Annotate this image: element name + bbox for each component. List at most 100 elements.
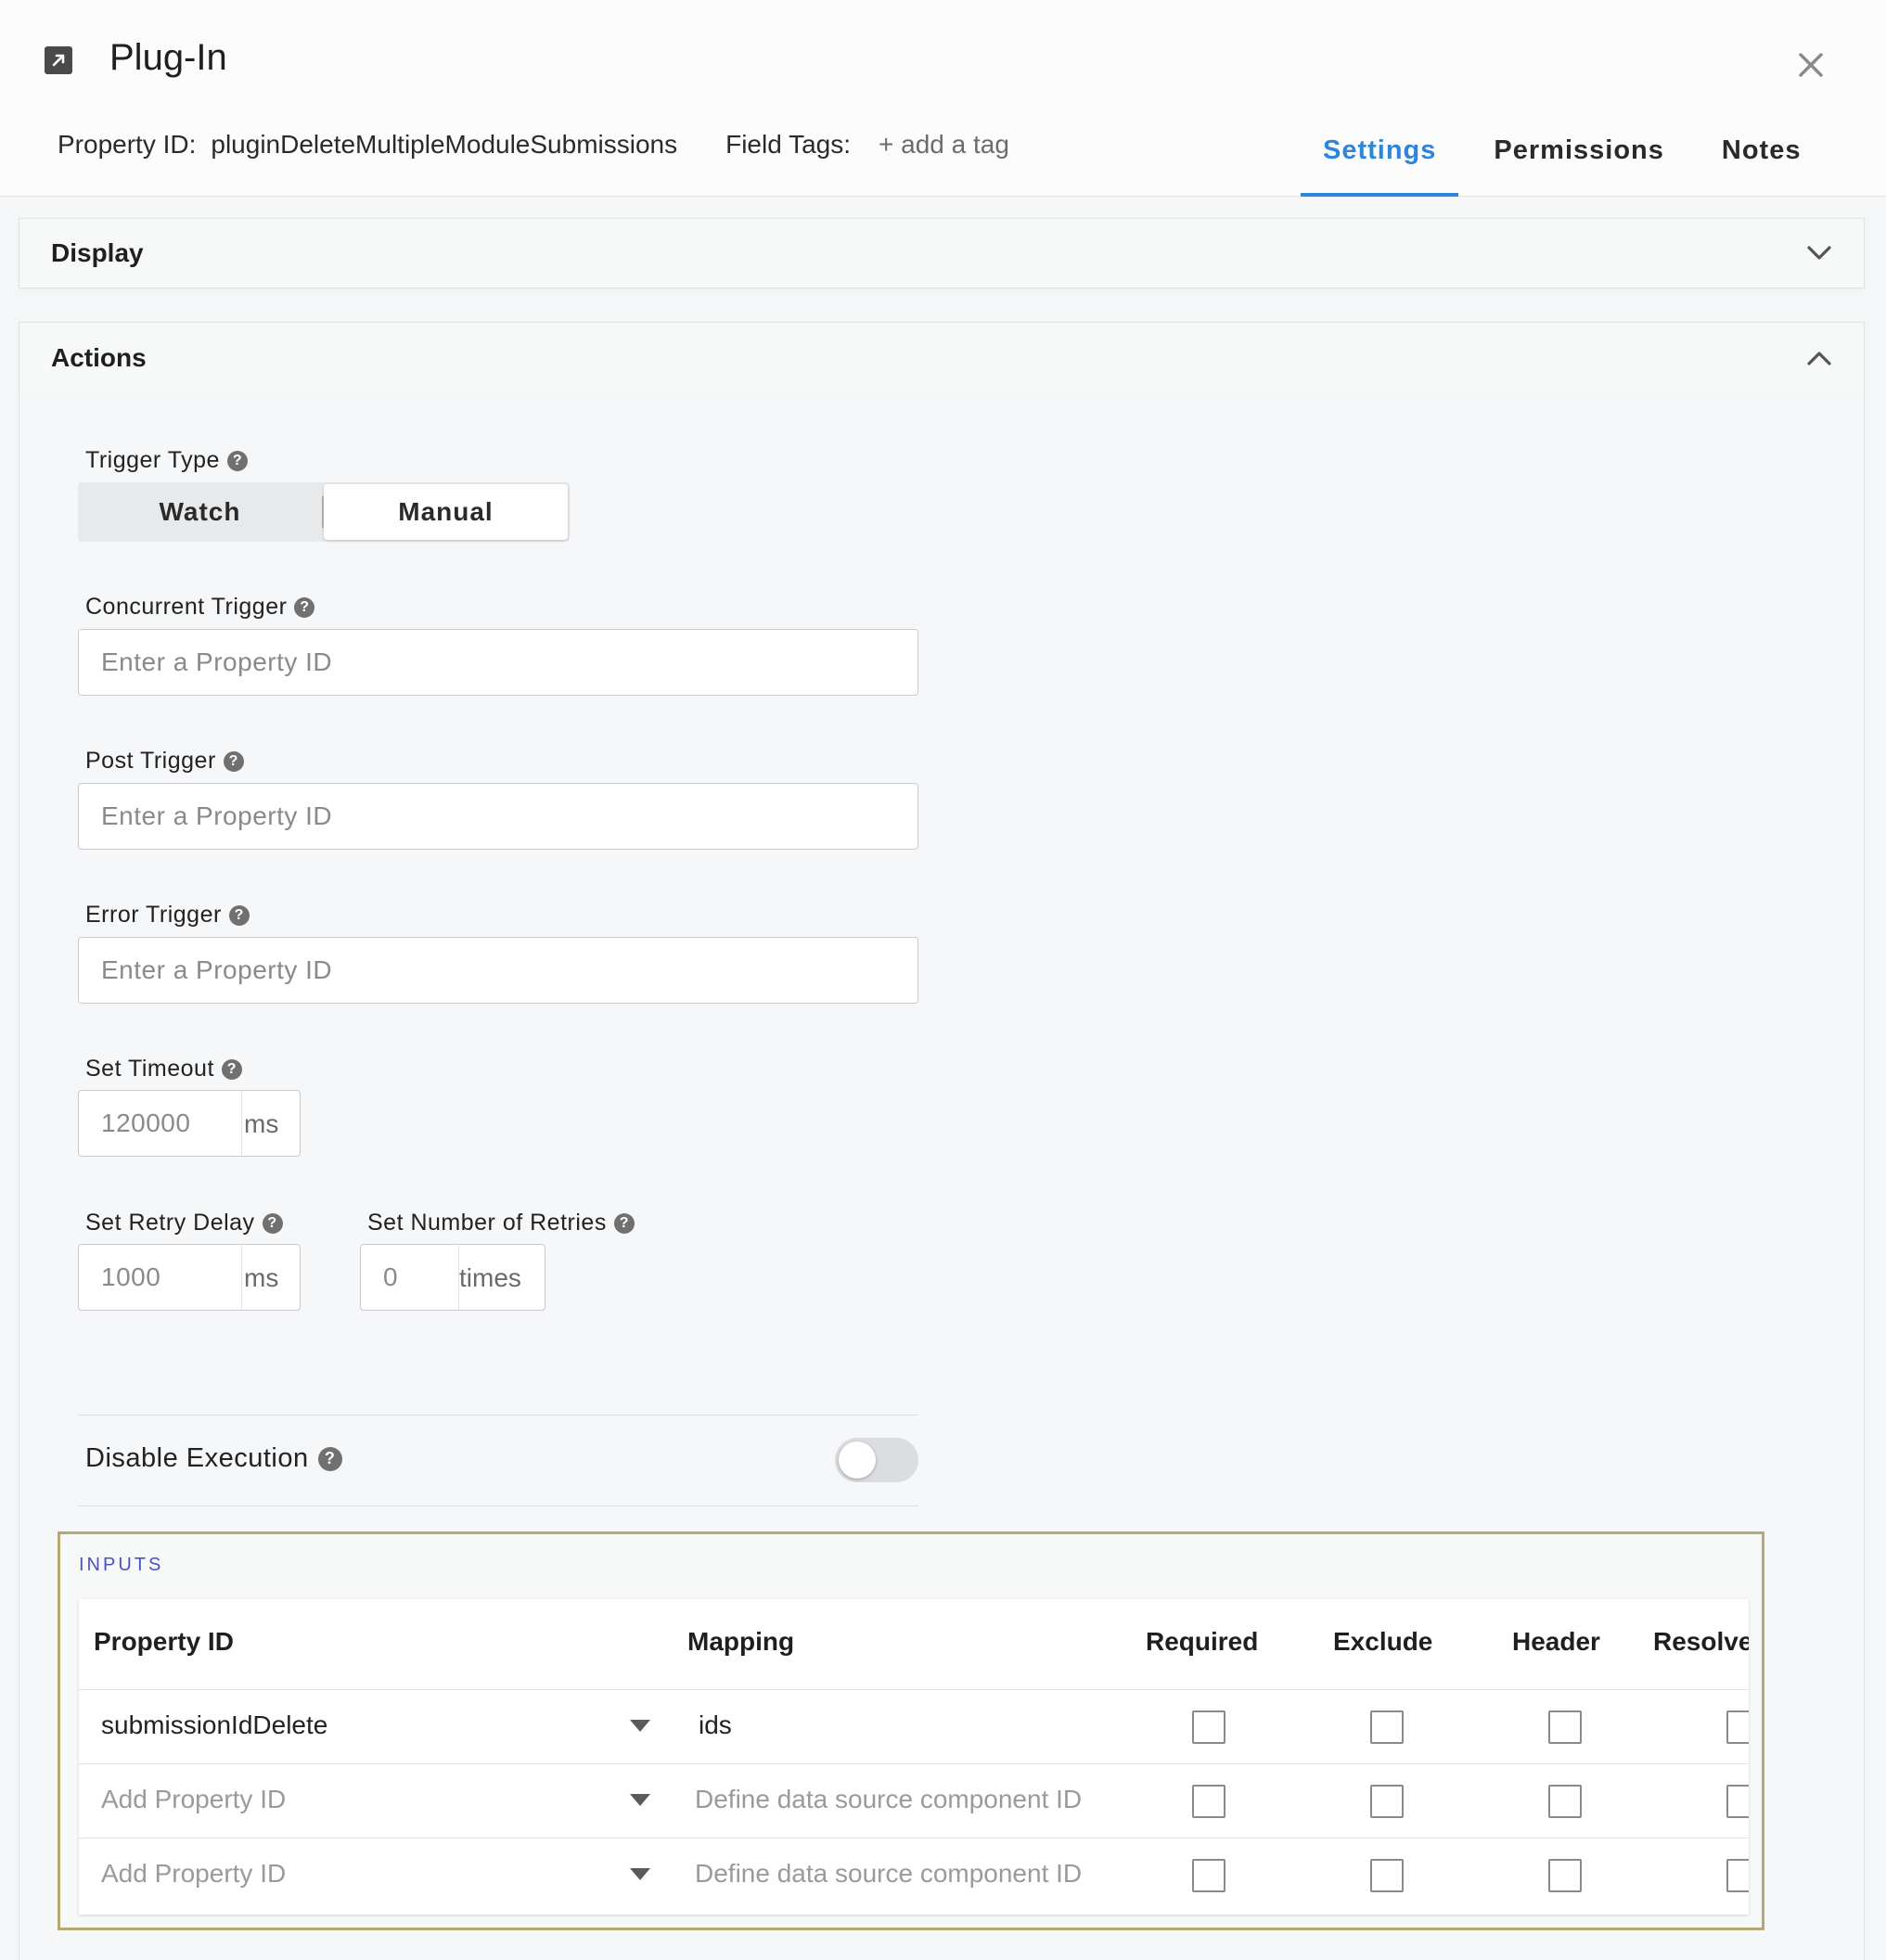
column-header-property-id: Property ID	[94, 1627, 234, 1656]
set-timeout-label-text: Set Timeout	[85, 1056, 214, 1082]
set-number-of-retries-label: Set Number of Retries ?	[367, 1210, 635, 1236]
add-tag-link[interactable]: + add a tag	[879, 130, 1009, 160]
exclude-checkbox[interactable]	[1370, 1710, 1404, 1744]
chevron-down-icon	[1807, 246, 1831, 260]
help-icon[interactable]: ?	[317, 1446, 342, 1471]
inputs-panel: INPUTS Property ID Mapping Required Excl…	[58, 1531, 1764, 1930]
tab-settings[interactable]: Settings	[1301, 122, 1459, 197]
caret-down-icon[interactable]	[630, 1868, 650, 1880]
resolve-checkbox[interactable]	[1726, 1785, 1749, 1818]
concurrent-trigger-label: Concurrent Trigger ?	[85, 594, 315, 621]
set-retry-delay-unit: ms	[244, 1263, 279, 1292]
disable-execution-toggle[interactable]	[835, 1438, 918, 1482]
concurrent-trigger-input[interactable]	[78, 629, 918, 696]
unit-separator	[241, 1245, 242, 1310]
actions-section-title: Actions	[51, 343, 147, 372]
caret-down-icon[interactable]	[630, 1720, 650, 1732]
disable-execution-label: Disable Execution ?	[85, 1443, 342, 1474]
help-icon[interactable]: ?	[294, 596, 315, 618]
post-trigger-label-text: Post Trigger	[85, 748, 216, 774]
column-header-required: Required	[1146, 1627, 1259, 1656]
set-number-of-retries-label-text: Set Number of Retries	[367, 1210, 607, 1236]
tab-bar: Settings Permissions Notes	[1301, 122, 1823, 197]
table-row: submissionIdDelete ids	[79, 1690, 1749, 1764]
help-icon[interactable]: ?	[223, 750, 244, 772]
trigger-type-watch[interactable]: Watch	[78, 484, 322, 540]
trigger-type-label-text: Trigger Type	[85, 447, 220, 473]
table-row: Add Property ID Define data source compo…	[79, 1764, 1749, 1838]
display-section-title: Display	[51, 238, 144, 267]
chevron-up-icon	[1807, 352, 1831, 365]
exclude-checkbox[interactable]	[1370, 1785, 1404, 1818]
row-mapping[interactable]: Define data source component ID	[695, 1859, 1082, 1889]
help-icon[interactable]: ?	[613, 1212, 635, 1234]
actions-section-header[interactable]: Actions	[19, 322, 1865, 394]
set-timeout-input[interactable]: 120000 ms	[78, 1090, 301, 1157]
modal-title: Plug-In	[109, 37, 227, 78]
help-icon[interactable]: ?	[262, 1212, 283, 1234]
column-header-mapping: Mapping	[687, 1627, 795, 1656]
set-timeout-unit: ms	[244, 1109, 279, 1138]
help-icon[interactable]: ?	[226, 450, 248, 471]
set-timeout-value: 120000	[101, 1108, 191, 1137]
divider	[78, 1415, 918, 1416]
set-retry-delay-value: 1000	[101, 1262, 161, 1291]
column-header-exclude: Exclude	[1333, 1627, 1433, 1656]
required-checkbox[interactable]	[1192, 1710, 1225, 1744]
required-checkbox[interactable]	[1192, 1785, 1225, 1818]
set-retry-delay-input[interactable]: 1000 ms	[78, 1244, 301, 1311]
property-id-label: Property ID:	[58, 130, 197, 159]
inputs-table: Property ID Mapping Required Exclude Hea…	[79, 1599, 1749, 1915]
set-retry-delay-label-text: Set Retry Delay	[85, 1210, 255, 1236]
trigger-type-toggle: Watch Manual	[78, 482, 570, 542]
exclude-checkbox[interactable]	[1370, 1859, 1404, 1892]
trigger-type-label: Trigger Type ?	[85, 447, 248, 474]
toggle-knob	[839, 1441, 876, 1479]
modal-header: Plug-In Property ID: pluginDeleteMultipl…	[0, 0, 1886, 197]
plugin-modal: Plug-In Property ID: pluginDeleteMultipl…	[0, 0, 1886, 1960]
row-mapping[interactable]: Define data source component ID	[695, 1785, 1082, 1814]
disable-execution-label-text: Disable Execution	[85, 1443, 309, 1473]
tab-permissions[interactable]: Permissions	[1471, 122, 1686, 197]
error-trigger-input[interactable]	[78, 937, 918, 1004]
property-id-value: pluginDeleteMultipleModuleSubmissions	[211, 130, 678, 159]
table-row: Add Property ID Define data source compo…	[79, 1838, 1749, 1913]
error-trigger-label: Error Trigger ?	[85, 902, 250, 929]
set-number-of-retries-input[interactable]: 0 times	[360, 1244, 545, 1311]
tab-notes[interactable]: Notes	[1700, 122, 1824, 197]
row-mapping[interactable]: ids	[699, 1710, 732, 1740]
concurrent-trigger-label-text: Concurrent Trigger	[85, 594, 288, 620]
display-section-header[interactable]: Display	[19, 218, 1865, 288]
trigger-type-manual[interactable]: Manual	[323, 484, 568, 540]
divider	[78, 1505, 918, 1506]
set-retry-delay-label: Set Retry Delay ?	[85, 1210, 283, 1236]
property-info: Property ID: pluginDeleteMultipleModuleS…	[58, 130, 1009, 160]
column-header-header: Header	[1512, 1627, 1600, 1656]
row-property-id[interactable]: submissionIdDelete	[101, 1710, 327, 1740]
row-property-id[interactable]: Add Property ID	[101, 1785, 286, 1814]
table-header: Property ID Mapping Required Exclude Hea…	[79, 1599, 1749, 1690]
row-property-id[interactable]: Add Property ID	[101, 1859, 286, 1889]
caret-down-icon[interactable]	[630, 1794, 650, 1806]
set-timeout-label: Set Timeout ?	[85, 1056, 242, 1082]
resolve-checkbox[interactable]	[1726, 1859, 1749, 1892]
column-header-resolve: Resolve	[1653, 1627, 1749, 1656]
error-trigger-label-text: Error Trigger	[85, 902, 222, 928]
post-trigger-input[interactable]	[78, 783, 918, 850]
set-number-of-retries-value: 0	[383, 1262, 399, 1291]
post-trigger-label: Post Trigger ?	[85, 748, 244, 775]
close-button[interactable]	[1792, 46, 1829, 83]
unit-separator	[241, 1091, 242, 1156]
set-number-of-retries-unit: times	[459, 1263, 521, 1292]
field-tags-label: Field Tags:	[725, 130, 851, 159]
header-checkbox[interactable]	[1548, 1710, 1582, 1744]
required-checkbox[interactable]	[1192, 1859, 1225, 1892]
close-icon	[1799, 53, 1823, 77]
inputs-title: INPUTS	[79, 1555, 164, 1575]
external-link-icon	[45, 46, 72, 74]
header-checkbox[interactable]	[1548, 1785, 1582, 1818]
header-checkbox[interactable]	[1548, 1859, 1582, 1892]
resolve-checkbox[interactable]	[1726, 1710, 1749, 1744]
help-icon[interactable]: ?	[221, 1058, 242, 1080]
help-icon[interactable]: ?	[228, 904, 250, 926]
